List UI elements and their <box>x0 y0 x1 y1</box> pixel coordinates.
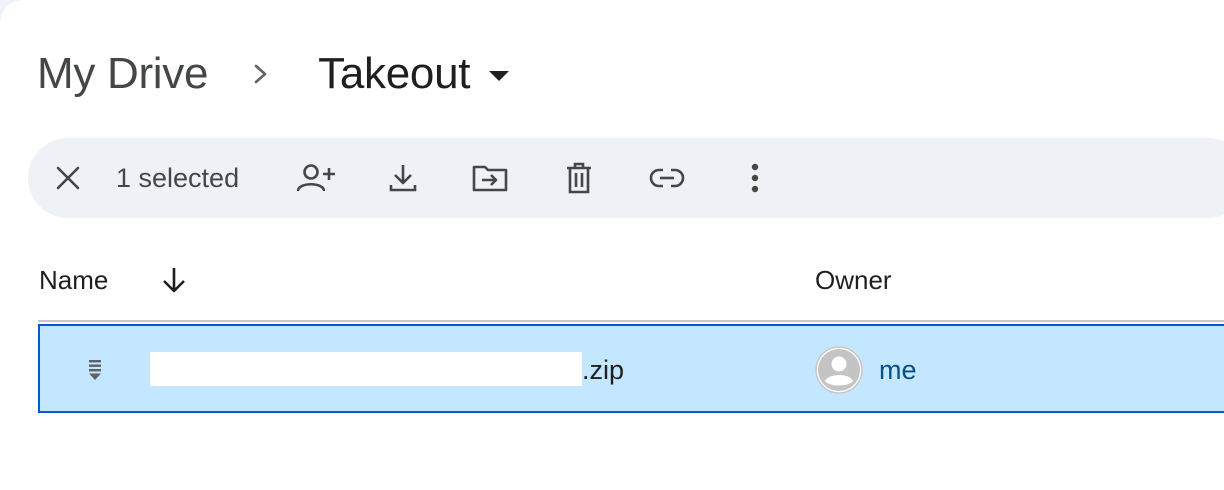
add-person-icon <box>296 164 335 192</box>
copy-link-button[interactable] <box>647 158 687 198</box>
selection-toolbar: 1 selected <box>28 138 1224 218</box>
delete-button[interactable] <box>559 158 599 198</box>
header-divider <box>38 320 1224 322</box>
caret-down-icon[interactable] <box>488 70 510 82</box>
breadcrumb: My Drive Takeout <box>37 44 510 104</box>
main-panel: My Drive Takeout 1 selected Name Owner .… <box>0 0 1224 490</box>
avatar-icon <box>815 346 863 394</box>
download-button[interactable] <box>383 158 423 198</box>
more-vert-icon <box>751 163 759 193</box>
move-button[interactable] <box>470 158 510 198</box>
share-button[interactable] <box>296 158 336 198</box>
breadcrumb-current-folder[interactable]: Takeout <box>318 49 470 99</box>
arrow-down-icon[interactable] <box>160 266 188 294</box>
move-to-folder-icon <box>472 165 508 192</box>
column-header-name[interactable]: Name <box>39 262 108 298</box>
column-header-owner[interactable]: Owner <box>815 262 892 298</box>
table-row[interactable]: .zip me <box>38 324 1224 413</box>
close-icon <box>56 166 80 190</box>
selected-count: 1 selected <box>116 163 240 193</box>
trash-icon <box>567 162 591 194</box>
archive-icon <box>89 360 101 380</box>
file-extension[interactable]: .zip <box>582 353 624 387</box>
clear-selection-button[interactable] <box>48 158 88 198</box>
link-icon <box>649 168 685 188</box>
chevron-right-icon <box>254 64 267 84</box>
owner-name: me <box>879 355 917 385</box>
file-name-redacted <box>150 352 582 386</box>
more-actions-button[interactable] <box>735 158 775 198</box>
download-icon <box>389 165 417 192</box>
breadcrumb-my-drive[interactable]: My Drive <box>37 49 208 99</box>
